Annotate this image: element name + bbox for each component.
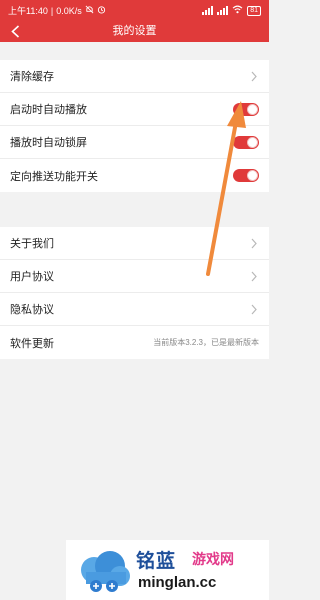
autoplay-on-start-toggle[interactable]: [233, 103, 259, 116]
signal-icon-2: [217, 6, 229, 15]
page-title: 我的设置: [112, 25, 157, 37]
toggle-knob: [247, 104, 258, 115]
title-bar: 我的设置: [0, 21, 269, 42]
software-update-row[interactable]: 软件更新 当前版本3.2.3，已是最新版本: [0, 326, 269, 359]
about-us-row[interactable]: 关于我们: [0, 227, 269, 260]
autolock-on-play-label: 播放时自动锁屏: [10, 137, 87, 149]
chevron-right-icon: [251, 71, 257, 82]
chevron-right-icon: [251, 304, 257, 315]
software-update-label: 软件更新: [10, 337, 54, 350]
status-bar: 上午11:40 | 0.0K/s 81: [0, 0, 269, 21]
signal-icon: [202, 6, 214, 15]
settings-group-1: 清除缓存 启动时自动播放 播放时自动锁屏 定向推送功能开关: [0, 60, 269, 192]
network-speed: 0.0K/s: [56, 5, 82, 16]
user-agreement-row[interactable]: 用户协议: [0, 260, 269, 293]
watermark-domain: minglan.cc: [138, 574, 217, 591]
settings-group-2: 关于我们 用户协议 隐私协议 软件更新 当前版本3.2.3，已是最新版本: [0, 227, 269, 359]
cloud-logo-icon: [81, 551, 130, 592]
autoplay-on-start-label: 启动时自动播放: [10, 104, 87, 116]
clear-cache-row[interactable]: 清除缓存: [0, 60, 269, 93]
targeted-push-toggle[interactable]: [233, 169, 259, 182]
user-agreement-label: 用户协议: [10, 271, 54, 283]
watermark-tagline: 游戏网: [192, 551, 234, 567]
autolock-on-play-toggle[interactable]: [233, 136, 259, 149]
watermark-logo: 铭蓝 游戏网 minglan.cc: [66, 540, 269, 600]
mute-icon: [85, 5, 94, 16]
autolock-on-play-row: 播放时自动锁屏: [0, 126, 269, 159]
toggle-knob: [247, 137, 258, 148]
watermark-brand: 铭蓝: [136, 551, 177, 572]
toggle-knob: [247, 170, 258, 181]
privacy-agreement-label: 隐私协议: [10, 304, 54, 316]
chevron-right-icon: [251, 238, 257, 249]
targeted-push-row: 定向推送功能开关: [0, 159, 269, 192]
privacy-agreement-row[interactable]: 隐私协议: [0, 293, 269, 326]
clear-cache-label: 清除缓存: [10, 71, 54, 83]
autoplay-on-start-row: 启动时自动播放: [0, 93, 269, 126]
chevron-right-icon: [251, 271, 257, 282]
about-us-label: 关于我们: [10, 238, 54, 250]
battery-icon: 81: [247, 5, 261, 16]
targeted-push-label: 定向推送功能开关: [10, 170, 98, 183]
version-status: 当前版本3.2.3，已是最新版本: [153, 338, 259, 347]
wifi-icon: [232, 5, 243, 16]
alarm-icon: [97, 5, 106, 16]
status-time: 上午11:40: [8, 6, 48, 16]
